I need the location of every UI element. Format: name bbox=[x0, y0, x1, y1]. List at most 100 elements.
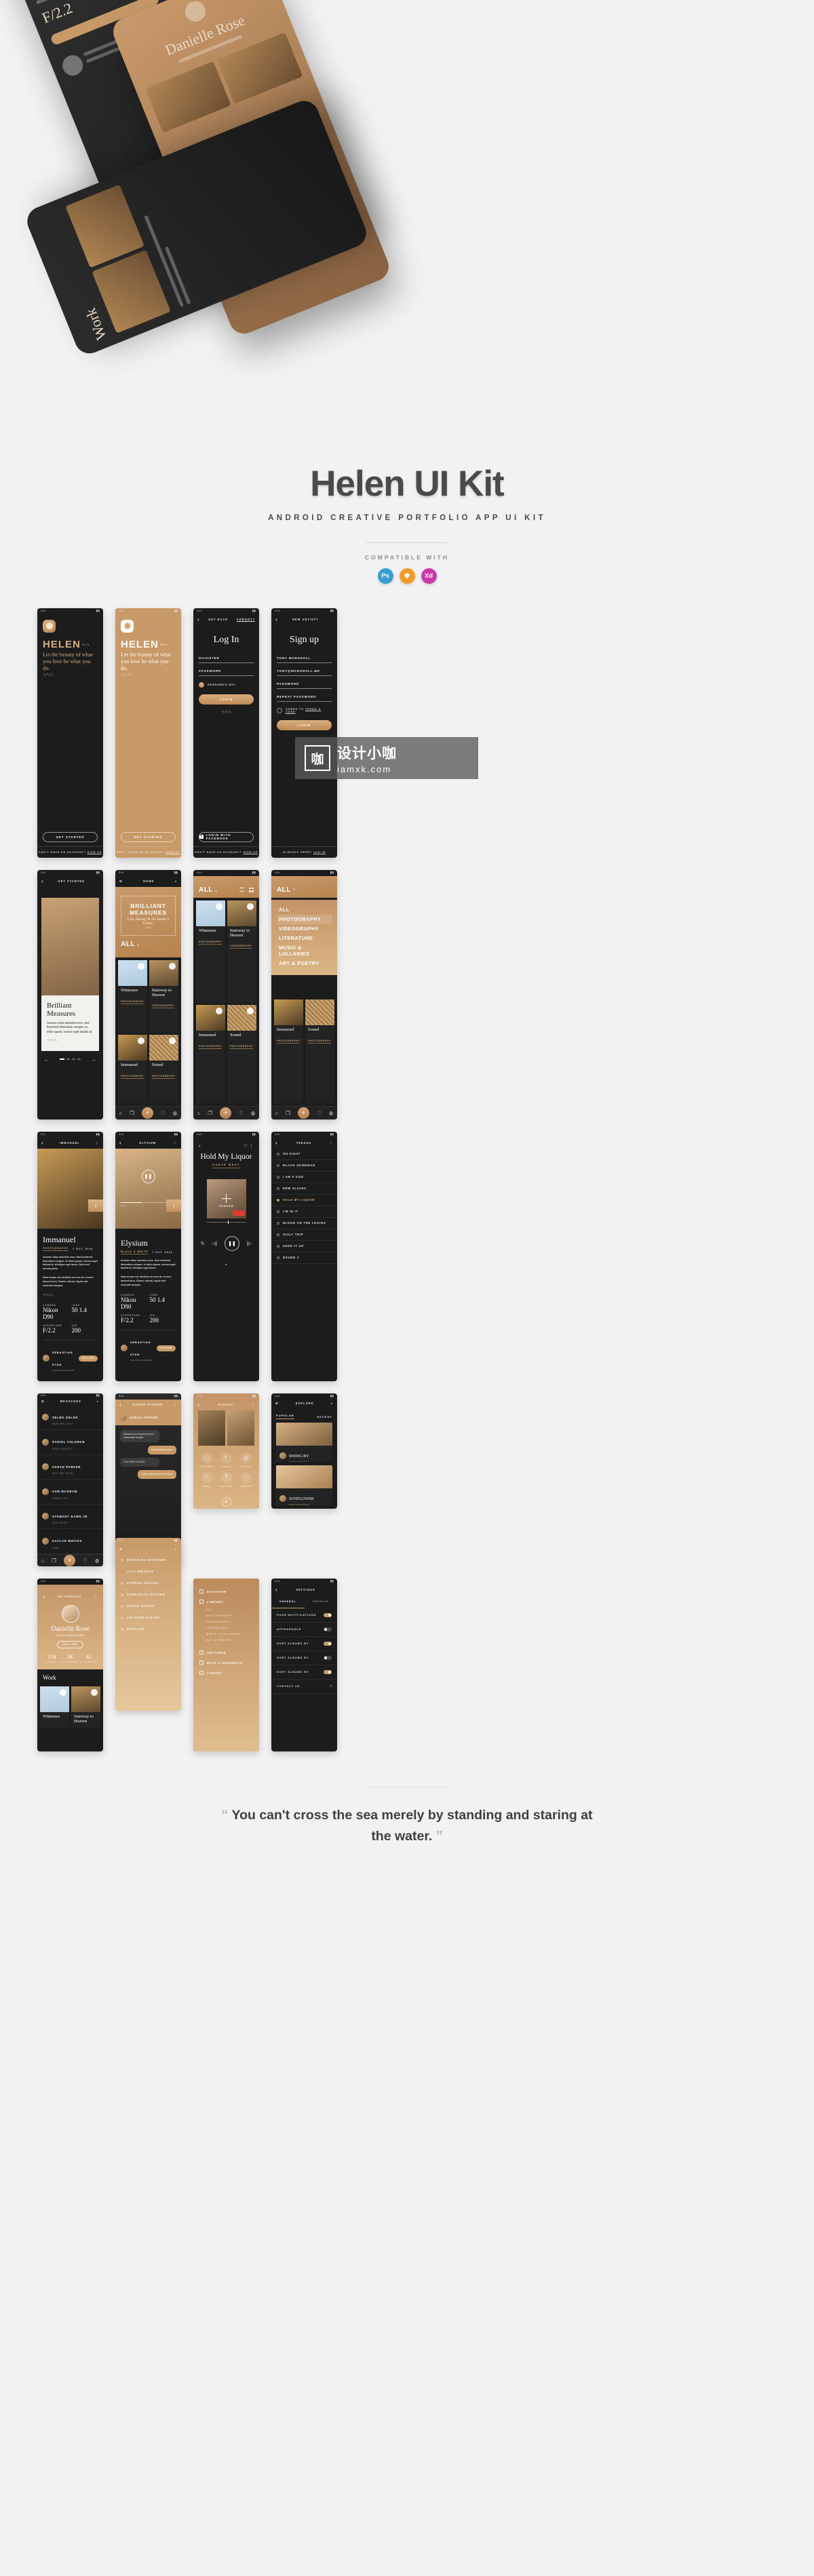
step-item[interactable]: HOME BACK MASTER bbox=[115, 1589, 181, 1601]
bottom-tabbar[interactable]: ⌂ ❐ + ♡ ◍ bbox=[271, 1105, 337, 1119]
drawer-item-settings[interactable]: SETTINGS bbox=[199, 1648, 253, 1658]
login-button[interactable]: LOGIN bbox=[199, 694, 254, 705]
settings-row[interactable]: SORT ALBUMS BY bbox=[271, 1665, 337, 1680]
toggle[interactable] bbox=[324, 1669, 332, 1674]
drawer-item-logout[interactable]: LOGOUT bbox=[199, 1668, 253, 1678]
profile-icon[interactable]: ◍ bbox=[251, 1110, 256, 1116]
screen-editor[interactable]: 9:41 ▮▮ ‹ Elysium ⋮ ⬚ CAPTURE ◐ VISUAL ◎ FILTE… bbox=[193, 1393, 259, 1509]
chat-list-item[interactable]: KAYLAN WHITES OKAY bbox=[37, 1529, 103, 1554]
splash-footer[interactable]: DON'T HAVE AN ACCOUNT? SIGN UP bbox=[37, 846, 103, 858]
playlist-track[interactable]: GUILT TRIP bbox=[271, 1229, 337, 1241]
follow-button[interactable]: FOLLOW bbox=[78, 1355, 98, 1362]
back-icon[interactable]: ‹ bbox=[41, 878, 44, 884]
feed-card[interactable]: SUNFLOWER PHOTOGRAPHY bbox=[276, 1465, 332, 1505]
dropdown-option-videography[interactable]: VIDEOGRAPHY bbox=[277, 924, 332, 934]
toggle[interactable] bbox=[324, 1612, 332, 1617]
tile-item[interactable]: Immanuel PHOTOGRAPHY bbox=[274, 999, 303, 1103]
back-icon[interactable]: ‹ bbox=[119, 1140, 122, 1146]
editor-action-publish[interactable]: ↑ PUBLISH bbox=[238, 1471, 254, 1488]
drawer-sub-videography[interactable]: VIDEOGRAPHY bbox=[199, 1619, 253, 1625]
heart-icon[interactable]: ♡ bbox=[239, 1110, 244, 1116]
chat-icon[interactable]: ❐ bbox=[286, 1110, 290, 1116]
onboarding-next-icon[interactable]: → bbox=[91, 1056, 96, 1063]
back-icon[interactable]: ‹ bbox=[275, 1587, 278, 1593]
screen-onboarding[interactable]: 9:41 ▮▮ ‹ GET STARTED Brilliant Measures A… bbox=[37, 869, 103, 1119]
profile-icon[interactable]: ◍ bbox=[173, 1110, 178, 1116]
playlist-track-active[interactable]: HOLD MY LIQUOR bbox=[271, 1195, 337, 1206]
play-pause-button[interactable]: ❚❚ bbox=[224, 1235, 239, 1251]
login-footer[interactable]: DON'T HAVE AN ACCOUNT? SIGN UP bbox=[193, 846, 259, 858]
tab-general[interactable]: GENERAL bbox=[271, 1596, 305, 1608]
back-icon[interactable]: ‹ bbox=[197, 1402, 200, 1408]
back-icon[interactable]: ‹ bbox=[275, 1140, 278, 1146]
step-item[interactable]: AMATEUR ELEVEN bbox=[115, 1612, 181, 1624]
tile-item[interactable]: ♡ Immanuel PHOTOGRAPHY bbox=[196, 1005, 225, 1103]
tab-profile[interactable]: PROFILE bbox=[305, 1596, 338, 1608]
profile-icon[interactable]: ◍ bbox=[95, 1558, 100, 1564]
tile-item[interactable]: ♡ Immanuel PHOTOGRAPHY bbox=[118, 1035, 147, 1103]
chat-list-item[interactable]: DANIEL COLEMAN SENT A PHOTO bbox=[37, 1430, 103, 1455]
settings-row[interactable]: SORT ALBUMS BY bbox=[271, 1637, 337, 1651]
agree-terms-checkbox[interactable]: AGREE TO TERMS & CODE bbox=[277, 707, 332, 713]
more-icon[interactable]: ⋮ bbox=[94, 1595, 98, 1598]
home-icon[interactable]: ⌂ bbox=[275, 1110, 279, 1116]
next-arrow-button[interactable]: › bbox=[166, 1199, 181, 1212]
editor-action-filter[interactable]: ◎ FILTER bbox=[238, 1452, 254, 1468]
screen-category-dropdown[interactable]: 9:41 ▮▮ ALL ⌃ ALL PHOTOGRAPHY VIDEOGRAPHY … bbox=[271, 869, 337, 1119]
follow-button[interactable]: FOLLOW bbox=[156, 1345, 176, 1351]
drawer-item-library[interactable]: LIBRARY bbox=[199, 1597, 253, 1607]
category-filter[interactable]: ALL ⌃ bbox=[277, 886, 296, 894]
back-icon[interactable]: ‹ bbox=[197, 616, 200, 622]
repeat-icon[interactable]: ↻ bbox=[201, 1241, 205, 1246]
more-icon[interactable]: ⋮ bbox=[174, 1141, 177, 1145]
back-icon[interactable]: ‹ bbox=[43, 1593, 45, 1600]
favorite-icon[interactable]: ♡ bbox=[247, 903, 254, 910]
tile-item[interactable]: ♡ Stairway to Heaven VIDEOGRAPHY bbox=[149, 959, 178, 1033]
heart-icon[interactable]: ♡ bbox=[161, 1110, 166, 1116]
chat-icon[interactable]: ❐ bbox=[52, 1558, 56, 1564]
feed-card[interactable]: SWING BY PHOTOGRAPHY bbox=[276, 1423, 332, 1463]
category-dropdown-menu[interactable]: ALL PHOTOGRAPHY VIDEOGRAPHY LITERATURE M… bbox=[271, 899, 337, 975]
toggle[interactable] bbox=[324, 1627, 332, 1631]
playlist-track[interactable]: NEW SLAVES bbox=[271, 1183, 337, 1195]
screen-detail-video[interactable]: 9:41▮▮ ‹ELYSIUM⋮ ❚❚ 1:034:46 › Elysium B… bbox=[115, 1131, 181, 1381]
favorite-icon[interactable]: ♡ bbox=[91, 1688, 98, 1696]
forgot-link[interactable]: FORGOT? bbox=[237, 618, 255, 621]
tile-item[interactable]: ♡ Sound PHOTOGRAPHY bbox=[227, 1005, 256, 1103]
drawer-sub-literature[interactable]: LITERATURE bbox=[199, 1625, 253, 1631]
editor-action-visual[interactable]: ◐ VISUAL bbox=[218, 1452, 234, 1468]
tab-popular[interactable]: POPULAR bbox=[276, 1414, 294, 1420]
home-icon[interactable]: ⌂ bbox=[119, 1110, 123, 1116]
remember-me-checkbox[interactable]: ✓ REMEMBER ME? bbox=[199, 681, 254, 688]
more-icon[interactable]: ⋮ bbox=[330, 1141, 333, 1145]
more-icon[interactable]: ⋮ bbox=[174, 1403, 177, 1406]
bottom-tabbar[interactable]: ⌂ ❐ + ♡ ◍ bbox=[37, 1553, 103, 1566]
playlist-track[interactable]: I'M IN IT bbox=[271, 1206, 337, 1218]
tile-item[interactable]: ♡ Stairway to Heaven bbox=[71, 1686, 100, 1728]
settings-row[interactable]: SORT ALBUMS BY bbox=[271, 1651, 337, 1665]
screen-splash-light[interactable]: 9:41 ▮▮ HELEN V1.0 Let the beauty of what … bbox=[115, 608, 181, 858]
chat-icon[interactable]: ❐ bbox=[130, 1110, 134, 1116]
playlist-track[interactable]: SEND IT UP bbox=[271, 1241, 337, 1252]
drawer-item-discover[interactable]: DISCOVER bbox=[199, 1587, 253, 1597]
signup-button[interactable]: LOGIN bbox=[277, 719, 332, 730]
previous-icon[interactable]: ◁| bbox=[212, 1241, 217, 1246]
screen-drawer[interactable]: DISCOVER LIBRARY ALL PHOTOGRAPHY VIDEOGR… bbox=[193, 1578, 259, 1751]
screen-profile[interactable]: 9:41 ▮▮ ‹ MY PROFILE ⋮ Danielle Rose PHOTOG… bbox=[37, 1578, 103, 1751]
email-field[interactable]: TONY@MARSHALL.ME bbox=[277, 669, 332, 676]
splash-footer[interactable]: DON'T HAVE AN ACCOUNT? SIGN UP bbox=[115, 846, 181, 858]
screen-signup[interactable]: 9:41 ▮▮ ‹ NEW ARTIST? Sign up TONY MARSHA… bbox=[271, 608, 337, 858]
screen-settings[interactable]: 9:41 ▮▮ ‹ SETTINGS GENERAL PROFILE PUSH NO… bbox=[271, 1578, 338, 1751]
playlist-track[interactable]: I AM A GOD bbox=[271, 1172, 337, 1183]
onboarding-prev-icon[interactable]: ← bbox=[44, 1056, 50, 1063]
more-icon[interactable]: ⋮ bbox=[249, 1144, 254, 1149]
track-progress[interactable] bbox=[206, 1220, 246, 1224]
bottom-tabbar[interactable]: ⌂ ❐ + ♡ ◍ bbox=[115, 1105, 181, 1119]
tile-item[interactable]: Sound PHOTOGRAPHY bbox=[305, 999, 334, 1103]
follow-button[interactable]: FOLLOW bbox=[57, 1640, 83, 1648]
screen-feed[interactable]: 9:41 ▮▮ ☰ EXPLORE ⌕ POPULAR RECENT SWING BY… bbox=[271, 1393, 337, 1509]
add-button[interactable]: + bbox=[141, 1107, 153, 1119]
home-icon[interactable]: ⌂ bbox=[41, 1558, 45, 1564]
category-filter[interactable]: ALL ⌄ bbox=[121, 940, 140, 948]
step-item-active[interactable]: JUST BRIDGES bbox=[115, 1566, 181, 1578]
